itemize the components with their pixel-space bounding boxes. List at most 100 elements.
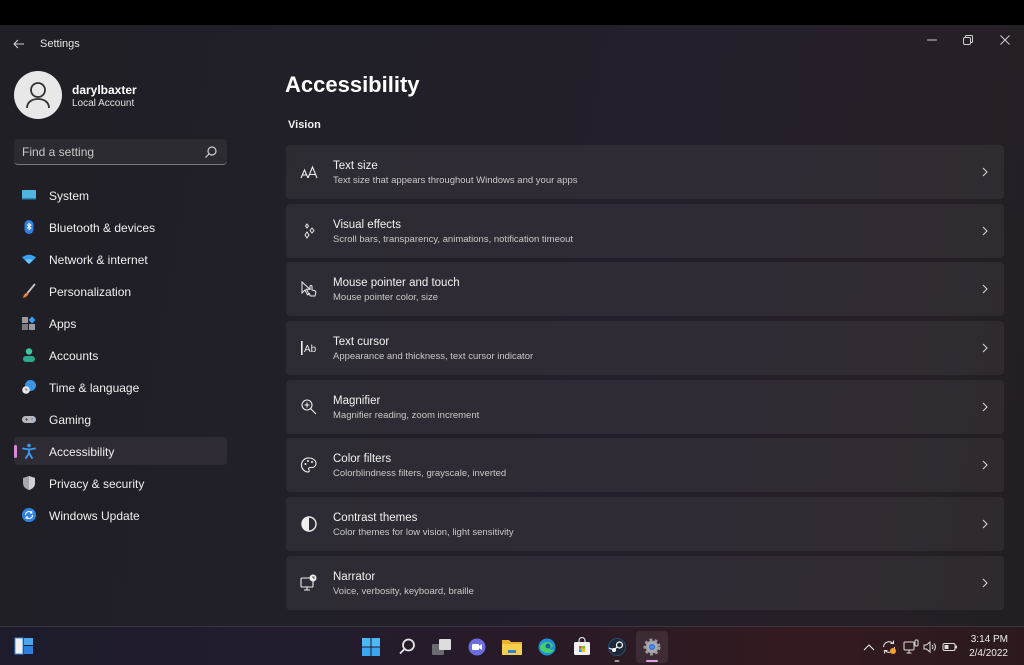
contrast-icon [299, 514, 319, 534]
show-hidden-icons-button[interactable] [861, 639, 877, 655]
card-description: Color themes for low vision, light sensi… [333, 527, 514, 539]
sidebar-item-label: Gaming [49, 413, 92, 427]
steam-icon [608, 638, 626, 656]
search-input[interactable] [22, 139, 202, 164]
clock-date[interactable]: 2/4/2022 [969, 648, 1008, 659]
screen-top-border [0, 0, 1024, 25]
search-icon[interactable] [204, 145, 218, 159]
start-button[interactable] [355, 631, 387, 663]
card-description: Text size that appears throughout Window… [333, 175, 578, 186]
restore-button[interactable] [950, 29, 986, 51]
sidebar-item-system[interactable]: System [14, 181, 227, 209]
store-button[interactable] [566, 631, 598, 663]
chat-button[interactable] [461, 631, 493, 663]
clock-time[interactable]: 3:14 PM [971, 634, 1008, 645]
globe-clock-icon [22, 380, 36, 394]
search-box[interactable] [14, 139, 227, 165]
store-icon [574, 637, 590, 655]
card-visual-effects[interactable]: Visual effects Scroll bars, transparency… [286, 203, 1004, 258]
sidebar-item-personalization[interactable]: Personalization [14, 277, 227, 305]
chevron-right-icon [982, 226, 988, 236]
pointer-touch-icon [299, 279, 319, 299]
card-description: Appearance and thickness, text cursor in… [333, 351, 534, 363]
sidebar-item-accessibility[interactable]: Accessibility [14, 437, 227, 465]
taskbar: 3:14 PM 2/4/2022 [0, 626, 1024, 665]
settings-cards: Text size Text size that appears through… [286, 145, 1004, 615]
folder-icon [502, 640, 522, 655]
card-magnifier[interactable]: Magnifier Magnifier reading, zoom increm… [286, 379, 1004, 434]
sidebar-item-network[interactable]: Network & internet [14, 245, 227, 273]
wifi-icon [22, 254, 36, 264]
settings-taskbar-button[interactable] [636, 631, 668, 663]
minimize-button[interactable] [914, 29, 950, 51]
card-text-size[interactable]: Text size Text size that appears through… [286, 145, 1004, 199]
windows-logo-icon [362, 638, 380, 656]
card-description: Magnifier reading, zoom increment [333, 409, 480, 421]
sidebar-item-label: Accessibility [49, 445, 115, 459]
card-title: Mouse pointer and touch [333, 277, 460, 290]
sidebar-item-time-language[interactable]: Time & language [14, 373, 227, 401]
sidebar-item-windows-update[interactable]: Windows Update [14, 501, 227, 529]
gear-icon [643, 638, 661, 656]
avatar[interactable] [14, 71, 62, 119]
sidebar-item-apps[interactable]: Apps [14, 309, 227, 337]
sync-tray-button[interactable] [881, 639, 897, 655]
palette-icon [299, 455, 319, 475]
search-icon [399, 638, 415, 655]
widgets-icon[interactable] [14, 637, 34, 655]
steam-button[interactable] [601, 631, 633, 663]
back-button[interactable] [8, 33, 30, 55]
chevron-right-icon [982, 519, 988, 529]
user-name: darylbaxter [72, 83, 137, 97]
card-title: Contrast themes [333, 512, 418, 525]
file-explorer-button[interactable] [496, 631, 528, 663]
card-description: Voice, verbosity, keyboard, braille [333, 585, 474, 597]
card-narrator[interactable]: Narrator Voice, verbosity, keyboard, bra… [286, 555, 1004, 610]
task-view-button[interactable] [426, 631, 458, 663]
gamepad-icon [22, 416, 36, 423]
card-description: Colorblindness filters, grayscale, inver… [333, 468, 507, 480]
active-indicator [646, 660, 658, 662]
network-icon [903, 639, 919, 654]
close-button[interactable] [987, 29, 1023, 51]
card-title: Magnifier [333, 394, 381, 407]
text-cursor-icon: Ab [299, 338, 319, 358]
accessibility-icon [22, 443, 36, 459]
battery-tray-button[interactable] [942, 639, 958, 655]
edge-icon [538, 638, 556, 656]
battery-icon [942, 643, 957, 651]
sidebar-item-gaming[interactable]: Gaming [14, 405, 227, 433]
restore-icon [963, 35, 973, 45]
card-title: Color filters [333, 453, 392, 466]
person-icon [23, 348, 35, 362]
settings-window: Settings darylbaxter Local Account Syste… [0, 25, 1024, 626]
sidebar-item-bluetooth[interactable]: Bluetooth & devices [14, 213, 227, 241]
card-title: Narrator [333, 570, 376, 583]
card-contrast-themes[interactable]: Contrast themes Color themes for low vis… [286, 497, 1004, 552]
edge-button[interactable] [531, 631, 563, 663]
bluetooth-icon [24, 220, 34, 234]
card-text-cursor[interactable]: Ab Text cursor Appearance and thickness,… [286, 321, 1004, 376]
brush-icon [23, 283, 36, 298]
chevron-right-icon [982, 578, 988, 588]
sidebar-item-privacy[interactable]: Privacy & security [14, 469, 227, 497]
card-description: Mouse pointer color, size [333, 292, 439, 304]
volume-tray-button[interactable] [922, 639, 938, 655]
monitor-icon [22, 190, 36, 200]
running-indicator [614, 660, 620, 662]
chevron-right-icon [982, 167, 988, 177]
card-title: Text cursor [333, 336, 390, 349]
sidebar-item-accounts[interactable]: Accounts [14, 341, 227, 369]
taskbar-search-button[interactable] [391, 631, 423, 663]
card-mouse-pointer[interactable]: Mouse pointer and touch Mouse pointer co… [286, 262, 1004, 317]
app-title: Settings [40, 38, 80, 50]
card-title: Text size [333, 160, 378, 172]
network-tray-button[interactable] [903, 639, 919, 655]
sidebar-item-label: System [49, 189, 90, 203]
sidebar-item-label: Windows Update [49, 509, 140, 523]
card-color-filters[interactable]: Color filters Colorblindness filters, gr… [286, 438, 1004, 493]
close-icon [1000, 35, 1010, 45]
person-icon [26, 82, 50, 109]
sidebar-nav: System Bluetooth & devices Network & int… [14, 181, 227, 533]
shield-icon [23, 476, 35, 490]
